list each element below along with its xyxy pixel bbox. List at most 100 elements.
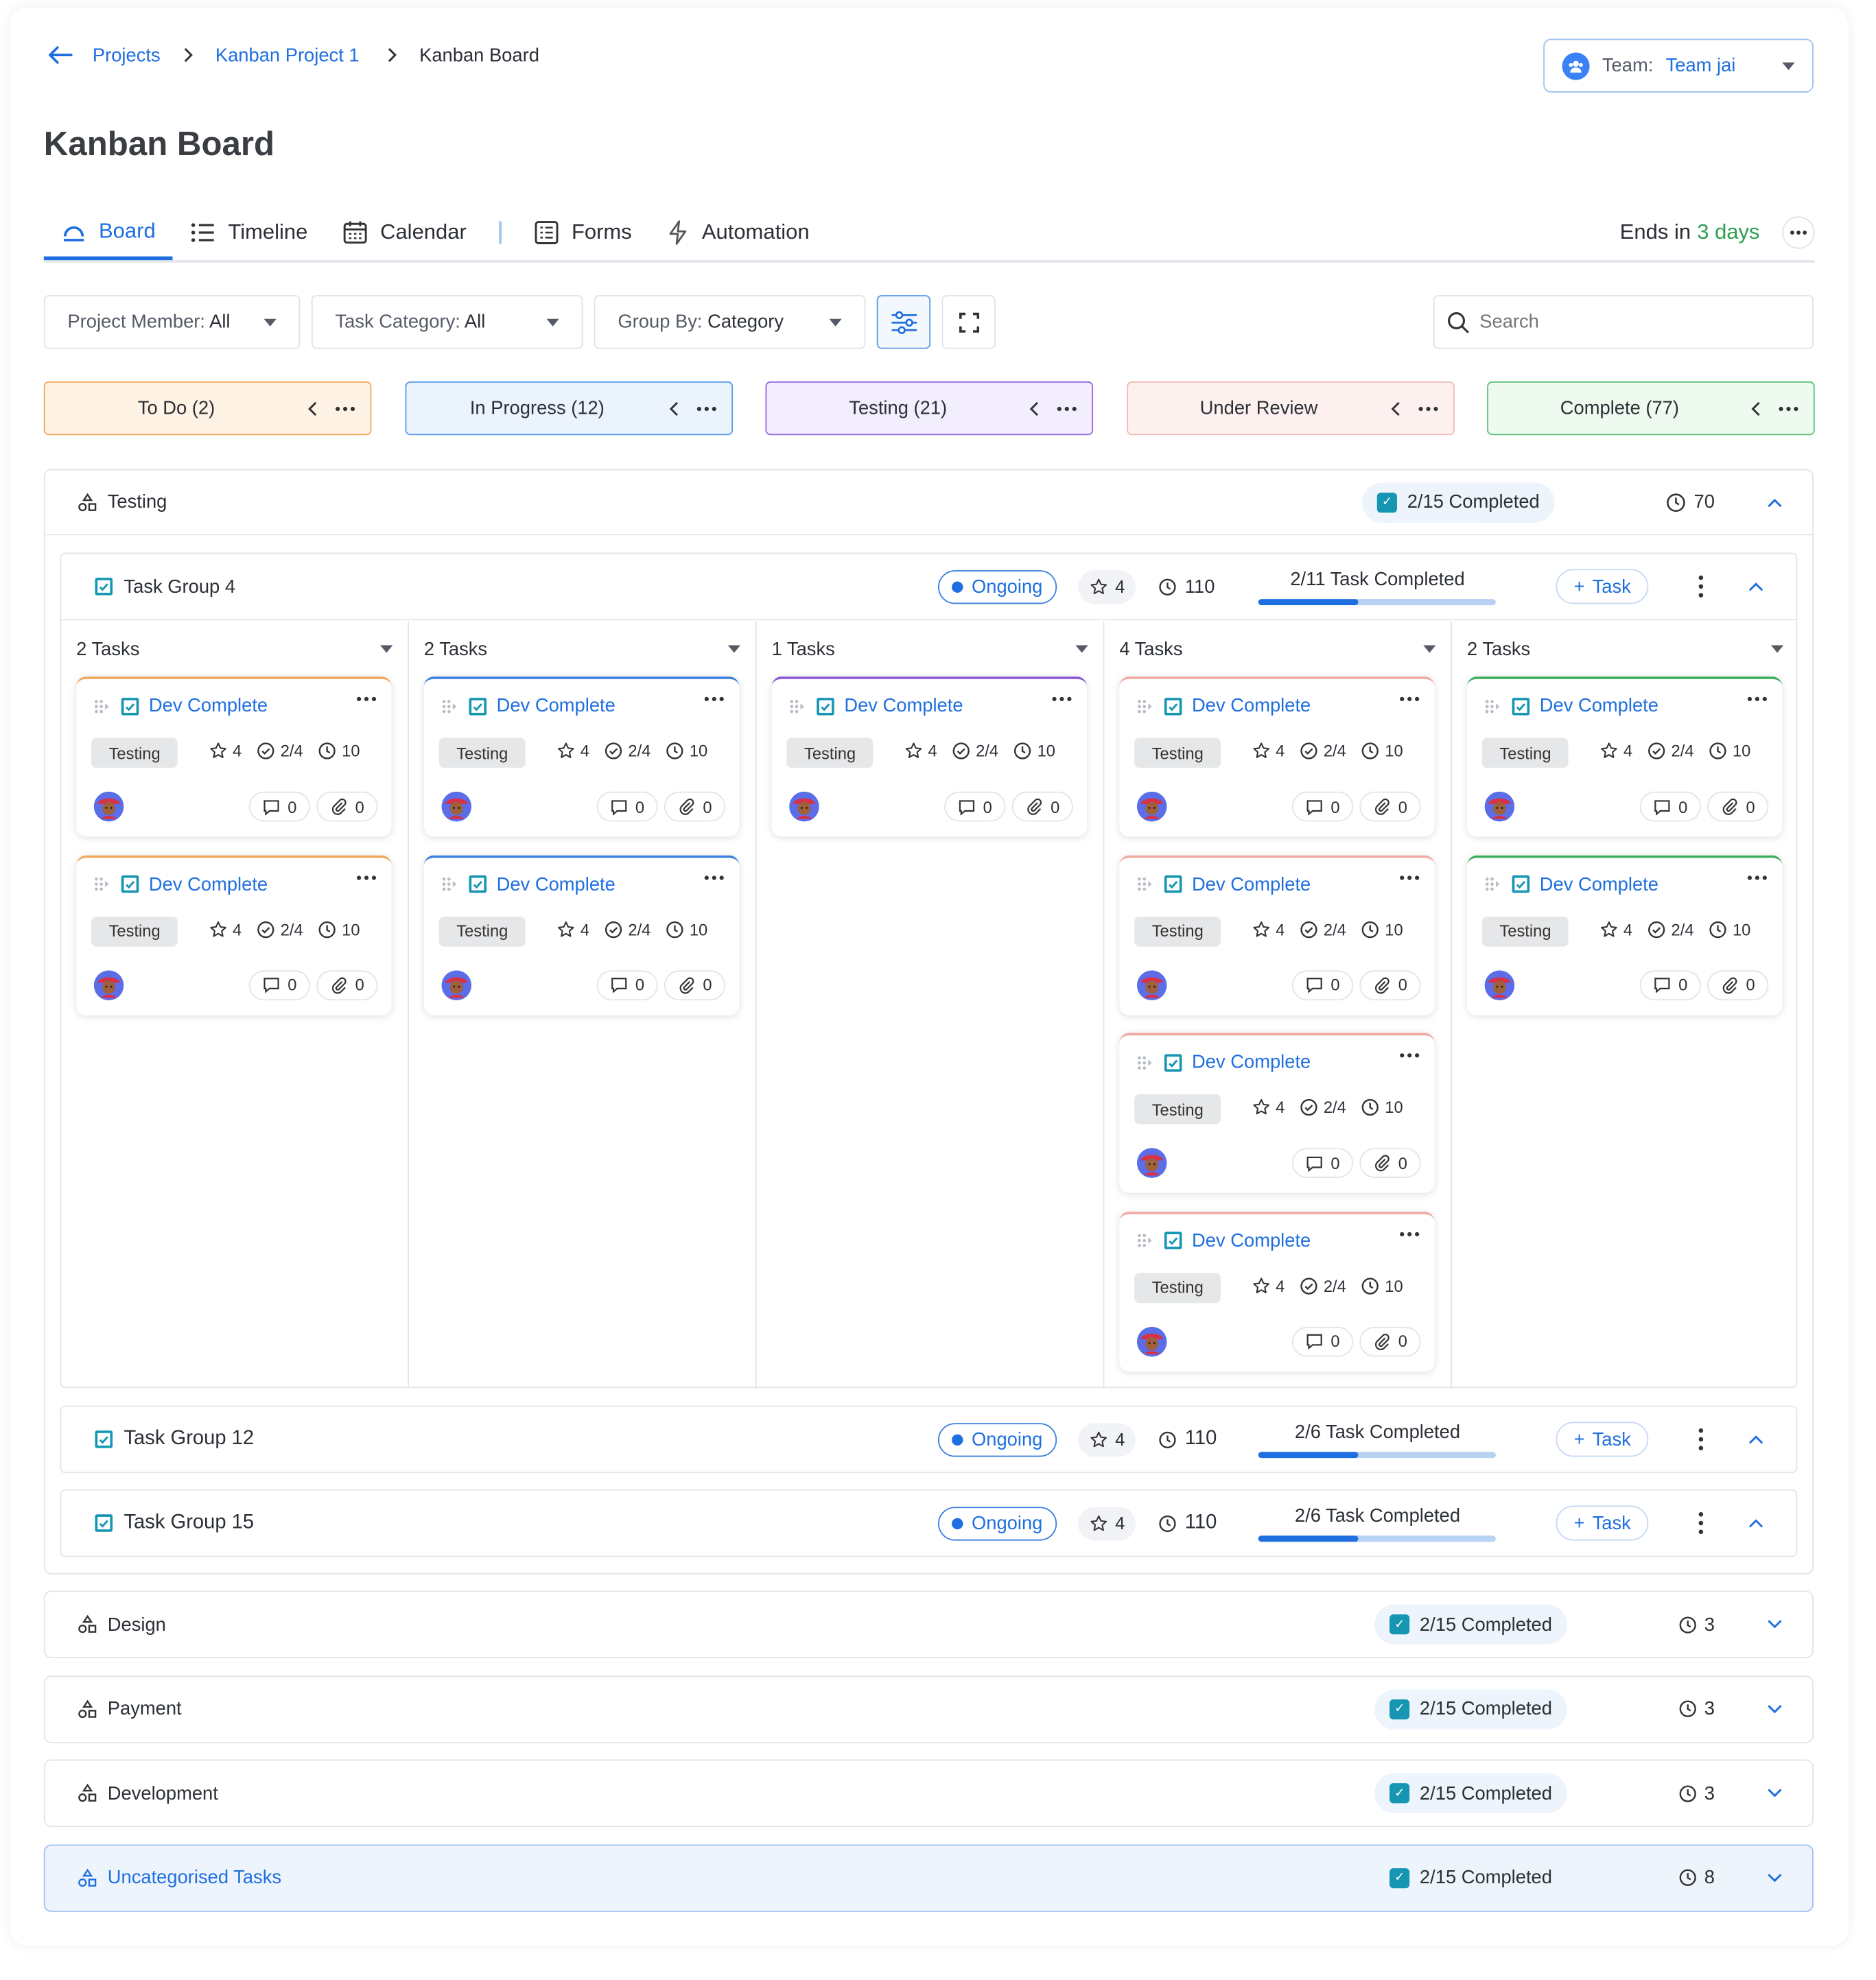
- task-title[interactable]: Dev Complete: [1192, 873, 1311, 895]
- more-options-icon[interactable]: [335, 405, 355, 411]
- category-section-uncategorised-tasks[interactable]: Uncategorised Tasks ✓ 2/15 Completed 8: [43, 1843, 1814, 1911]
- task-title[interactable]: Dev Complete: [149, 873, 268, 895]
- tab-board[interactable]: Board: [43, 205, 174, 261]
- task-card[interactable]: Dev Complete Testing 4 2/4 10 0 0: [1119, 676, 1435, 837]
- task-title[interactable]: Dev Complete: [1540, 873, 1658, 895]
- chevron-left-icon[interactable]: [668, 401, 679, 416]
- comments-count[interactable]: 0: [1291, 791, 1354, 822]
- drag-handle-icon[interactable]: [1137, 698, 1155, 714]
- attachments-count[interactable]: 0: [1359, 1148, 1422, 1178]
- more-vertical-icon[interactable]: [1689, 1428, 1713, 1451]
- avatar[interactable]: [93, 791, 124, 822]
- task-title[interactable]: Dev Complete: [844, 695, 963, 716]
- more-options-icon[interactable]: [696, 405, 716, 411]
- breadcrumb-projects[interactable]: Projects: [93, 45, 161, 66]
- attachments-count[interactable]: 0: [1707, 791, 1769, 822]
- task-card[interactable]: Dev Complete Testing 4 2/4 10 0 0: [1119, 1033, 1435, 1193]
- avatar[interactable]: [789, 791, 819, 822]
- comments-count[interactable]: 0: [944, 791, 1006, 822]
- attachments-count[interactable]: 0: [1011, 791, 1074, 822]
- avatar[interactable]: [1136, 1325, 1167, 1356]
- search-input[interactable]: [1479, 311, 1780, 333]
- comments-count[interactable]: 0: [1639, 791, 1702, 822]
- drag-handle-icon[interactable]: [1137, 877, 1155, 892]
- task-title[interactable]: Dev Complete: [1192, 1230, 1311, 1251]
- section-header[interactable]: Payment ✓ 2/15 Completed 3: [45, 1676, 1812, 1741]
- task-title[interactable]: Dev Complete: [1192, 1052, 1311, 1073]
- avatar[interactable]: [1136, 969, 1167, 1000]
- category-section-design[interactable]: Design ✓ 2/15 Completed 3: [43, 1590, 1814, 1658]
- drag-handle-icon[interactable]: [789, 698, 807, 714]
- task-card[interactable]: Dev Complete Testing 4 2/4 10 0 0: [423, 854, 740, 1015]
- add-task-button[interactable]: + Task: [1556, 1505, 1649, 1541]
- more-options-icon[interactable]: [1400, 875, 1420, 880]
- task-card[interactable]: Dev Complete Testing 4 2/4 10 0 0: [1467, 676, 1783, 837]
- expand-chevron-icon[interactable]: [1737, 1788, 1812, 1798]
- task-category-filter[interactable]: Task Category: All: [311, 295, 583, 349]
- section-header[interactable]: Uncategorised Tasks ✓ 2/15 Completed 8: [45, 1845, 1812, 1910]
- collapse-chevron-icon[interactable]: [1737, 497, 1812, 508]
- attachments-count[interactable]: 0: [664, 969, 726, 1000]
- attachments-count[interactable]: 0: [664, 791, 726, 822]
- drag-handle-icon[interactable]: [94, 877, 112, 892]
- task-title[interactable]: Dev Complete: [1540, 695, 1658, 716]
- more-options-icon[interactable]: [356, 696, 377, 701]
- more-vertical-icon[interactable]: [1689, 575, 1713, 598]
- task-title[interactable]: Dev Complete: [1192, 695, 1311, 716]
- more-options-icon[interactable]: [1400, 1053, 1420, 1058]
- task-group-12[interactable]: Task Group 12 Ongoing 4 110 2/6 Task Com…: [60, 1405, 1798, 1474]
- tab-forms[interactable]: Forms: [517, 205, 650, 260]
- group-header[interactable]: Task Group 4 Ongoing 4 110 2/11 Task Com…: [61, 554, 1796, 621]
- status-column-3[interactable]: Under Review: [1126, 381, 1454, 436]
- project-member-filter[interactable]: Project Member: All: [43, 295, 301, 349]
- attachments-count[interactable]: 0: [1359, 969, 1422, 1000]
- avatar[interactable]: [1136, 791, 1167, 822]
- expand-chevron-icon[interactable]: [1737, 1872, 1812, 1883]
- add-task-button[interactable]: + Task: [1556, 1422, 1649, 1457]
- drag-handle-icon[interactable]: [1137, 1054, 1155, 1070]
- more-options-icon[interactable]: [704, 696, 724, 701]
- column-header[interactable]: 1 Tasks: [757, 622, 1103, 676]
- comments-count[interactable]: 0: [1291, 969, 1354, 1000]
- filter-settings-button[interactable]: [876, 295, 931, 349]
- comments-count[interactable]: 0: [596, 969, 659, 1000]
- more-options-icon[interactable]: [1052, 696, 1072, 701]
- breadcrumb-project[interactable]: Kanban Project 1: [215, 45, 360, 66]
- comments-count[interactable]: 0: [1291, 1148, 1354, 1178]
- chevron-left-icon[interactable]: [1751, 401, 1761, 416]
- section-header[interactable]: Design ✓ 2/15 Completed 3: [45, 1592, 1812, 1657]
- avatar[interactable]: [1484, 791, 1515, 822]
- team-selector[interactable]: Team: Team jai: [1543, 38, 1814, 93]
- collapse-chevron-icon[interactable]: [1748, 1518, 1763, 1529]
- section-header[interactable]: Testing ✓ 2/15 Completed 70: [45, 470, 1813, 536]
- collapse-chevron-icon[interactable]: [1748, 1435, 1763, 1445]
- drag-handle-icon[interactable]: [1137, 1233, 1155, 1248]
- fullscreen-button[interactable]: [941, 295, 996, 349]
- avatar[interactable]: [1484, 969, 1515, 1000]
- expand-chevron-icon[interactable]: [1737, 1704, 1812, 1714]
- attachments-count[interactable]: 0: [316, 791, 378, 822]
- comments-count[interactable]: 0: [248, 969, 311, 1000]
- status-column-4[interactable]: Complete (77): [1487, 381, 1815, 436]
- task-card[interactable]: Dev Complete Testing 4 2/4 10 0 0: [1119, 854, 1435, 1015]
- column-header[interactable]: 2 Tasks: [1452, 622, 1798, 676]
- task-card[interactable]: Dev Complete Testing 4 2/4 10 0 0: [1119, 1211, 1435, 1371]
- more-options-icon[interactable]: [1779, 405, 1798, 411]
- column-header[interactable]: 4 Tasks: [1104, 622, 1451, 676]
- drag-handle-icon[interactable]: [441, 877, 459, 892]
- drag-handle-icon[interactable]: [441, 698, 459, 714]
- more-options-icon[interactable]: [704, 875, 724, 880]
- more-options-icon[interactable]: [1418, 405, 1438, 411]
- group-by-filter[interactable]: Group By: Category: [594, 295, 866, 349]
- more-vertical-icon[interactable]: [1689, 1512, 1713, 1535]
- more-options-icon[interactable]: [1747, 875, 1767, 880]
- drag-handle-icon[interactable]: [1485, 698, 1503, 714]
- attachments-count[interactable]: 0: [316, 969, 378, 1000]
- chevron-left-icon[interactable]: [1029, 401, 1040, 416]
- search-box[interactable]: [1433, 295, 1814, 349]
- more-options-icon[interactable]: [356, 875, 377, 880]
- comments-count[interactable]: 0: [248, 791, 311, 822]
- back-arrow-icon[interactable]: [47, 45, 73, 65]
- status-column-0[interactable]: To Do (2): [43, 381, 372, 436]
- chevron-left-icon[interactable]: [307, 401, 318, 416]
